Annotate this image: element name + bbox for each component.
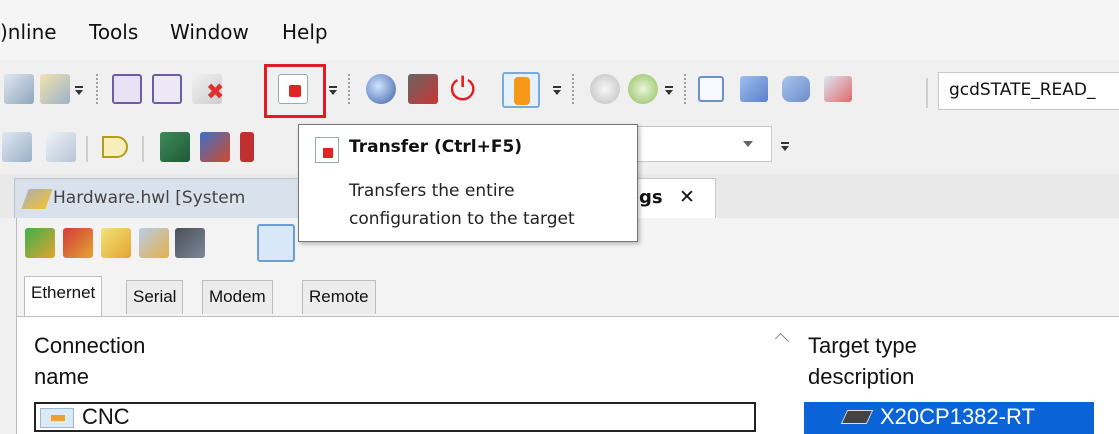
menu-online[interactable]: )nline xyxy=(0,20,57,44)
add-connection-icon[interactable] xyxy=(25,228,55,258)
window-next-icon[interactable] xyxy=(740,76,768,102)
magnifier-icon[interactable] xyxy=(366,74,396,104)
tooltip-body: Transfers the entire configuration to th… xyxy=(349,177,629,233)
menu-bar: )nline Tools Window Help xyxy=(0,0,1119,60)
message-icon[interactable] xyxy=(782,76,810,102)
window-icon[interactable] xyxy=(698,76,724,102)
build-icon[interactable] xyxy=(112,74,142,104)
connector-icon xyxy=(51,415,65,421)
transfer-highlight-box xyxy=(264,64,326,118)
target-type-cell[interactable]: X20CP1382-RT xyxy=(804,402,1094,434)
target-type-value: X20CP1382-RT xyxy=(880,404,1035,429)
tooltip-title: Transfer (Ctrl+F5) xyxy=(349,137,523,157)
connection-name-input[interactable]: CNC xyxy=(34,402,756,432)
clean-icon[interactable]: ✖ xyxy=(192,74,225,105)
column-target-line2: description xyxy=(808,364,915,389)
separator-2 xyxy=(142,136,144,162)
column-connection-line2: name xyxy=(34,364,90,389)
bookmark-icon[interactable] xyxy=(102,136,128,158)
transfer-arrow-icon xyxy=(323,148,333,158)
indent-icon[interactable] xyxy=(2,132,32,162)
delete-x-icon: ✖ xyxy=(206,80,225,105)
outdent-icon[interactable] xyxy=(46,132,76,162)
tooltip-line1: Transfers the entire xyxy=(349,181,515,201)
browse-icon[interactable] xyxy=(139,228,169,258)
toolbar-separator xyxy=(926,78,928,108)
debug-dropdown-icon[interactable] xyxy=(664,84,674,98)
column-connection-line1: Connection xyxy=(34,333,146,358)
open-project-icon[interactable] xyxy=(4,74,34,104)
connection-name-value: CNC xyxy=(82,404,130,429)
close-icon[interactable]: ✕ xyxy=(679,186,695,208)
clear-messages-icon[interactable] xyxy=(824,76,852,102)
tab-remote[interactable]: Remote xyxy=(302,280,376,314)
watch-window-icon[interactable] xyxy=(160,132,190,162)
column-target-type: Target type description xyxy=(808,330,917,392)
tab-settings-label: gs xyxy=(639,187,663,208)
menu-tools[interactable]: Tools xyxy=(89,20,138,44)
tooltip-line2: configuration to the target xyxy=(349,209,575,229)
column-connection-name: Connection name xyxy=(34,330,145,392)
network-connection-icon xyxy=(40,408,74,428)
tab-ethernet[interactable]: Ethernet xyxy=(24,276,103,316)
tab-hardware-label: Hardware.hwl [System xyxy=(53,188,246,208)
toolbar-grip[interactable] xyxy=(96,74,100,104)
cpu-module-icon xyxy=(840,410,874,424)
power-glyph-icon: ⏻ xyxy=(450,70,476,108)
rebuild-icon[interactable] xyxy=(152,74,182,104)
column-target-line1: Target type xyxy=(808,333,917,358)
toolbar2-dropdown-icon[interactable] xyxy=(780,140,790,154)
traffic-light-icon[interactable] xyxy=(502,72,540,108)
search-target-icon[interactable] xyxy=(257,224,295,262)
transfer-tooltip: Transfer (Ctrl+F5) Transfers the entire … xyxy=(298,124,638,242)
online-service-icon[interactable] xyxy=(408,74,438,104)
menu-window[interactable]: Window xyxy=(170,20,249,44)
trace-icon[interactable] xyxy=(200,132,230,162)
toolbar-grip-2[interactable] xyxy=(348,74,352,104)
partial-icon[interactable] xyxy=(240,132,254,162)
tab-modem[interactable]: Modem xyxy=(202,280,273,314)
monitor-dropdown-icon[interactable] xyxy=(552,84,562,98)
remove-connection-icon[interactable] xyxy=(63,228,93,258)
debug-icon[interactable] xyxy=(590,74,620,104)
traffic-light-body-icon xyxy=(514,77,530,105)
tab-hardware[interactable]: Hardware.hwl [System xyxy=(14,178,300,218)
edit-connection-icon[interactable] xyxy=(101,228,131,258)
menu-help[interactable]: Help xyxy=(282,20,328,44)
power-icon[interactable]: ⏻ xyxy=(448,70,478,108)
project-settings-icon[interactable] xyxy=(40,74,70,104)
separator xyxy=(86,136,88,162)
dropdown-arrow-icon[interactable] xyxy=(74,84,84,98)
toolbar-grip-4[interactable] xyxy=(684,74,688,104)
hardware-icon xyxy=(21,189,53,209)
toolbar-grip-3[interactable] xyxy=(572,74,576,104)
chevron-down-icon xyxy=(743,141,753,147)
tab-serial[interactable]: Serial xyxy=(126,280,184,314)
debug-run-icon[interactable] xyxy=(628,74,658,104)
online-info-icon[interactable] xyxy=(175,228,205,258)
transfer-dropdown-icon[interactable] xyxy=(328,84,338,98)
state-display-field[interactable]: gcdSTATE_READ_ xyxy=(938,72,1119,110)
transfer-tooltip-icon xyxy=(315,137,339,163)
